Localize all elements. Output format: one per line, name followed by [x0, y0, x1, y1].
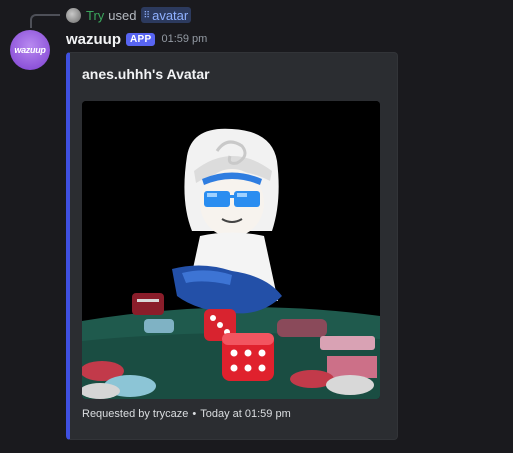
username[interactable]: wazuup: [66, 31, 121, 48]
message-timestamp[interactable]: 01:59 pm: [161, 33, 207, 45]
command-mention[interactable]: ⠿ avatar: [140, 7, 192, 23]
embed-footer: Requested by trycaze • Today at 01:59 pm: [82, 408, 291, 420]
embed: anes.uhhh's Avatar Requested by trycaze …: [66, 52, 398, 440]
embed-title: anes.uhhh's Avatar: [82, 66, 210, 82]
footer-requester: Requested by trycaze: [82, 408, 189, 420]
reply-context[interactable]: Try used ⠿ avatar: [66, 6, 192, 24]
reply-avatar[interactable]: [66, 7, 81, 23]
avatar-image[interactable]: [82, 101, 380, 399]
reply-connector: [30, 14, 60, 28]
bot-avatar[interactable]: wazuup: [10, 30, 50, 70]
dice-large: [222, 333, 274, 381]
footer-separator: •: [192, 408, 197, 420]
footer-timestamp: Today at 01:59 pm: [200, 408, 291, 420]
app-badge: APP: [126, 32, 156, 46]
reply-username[interactable]: Try: [86, 8, 104, 23]
reply-action: used: [108, 7, 137, 23]
avatar-logo-text: wazuup: [14, 45, 46, 55]
message-header: wazuup APP 01:59 pm: [66, 30, 207, 48]
slash-command-icon: ⠿: [143, 9, 151, 20]
command-name: avatar: [152, 7, 189, 23]
avatar-artwork: [82, 101, 380, 399]
